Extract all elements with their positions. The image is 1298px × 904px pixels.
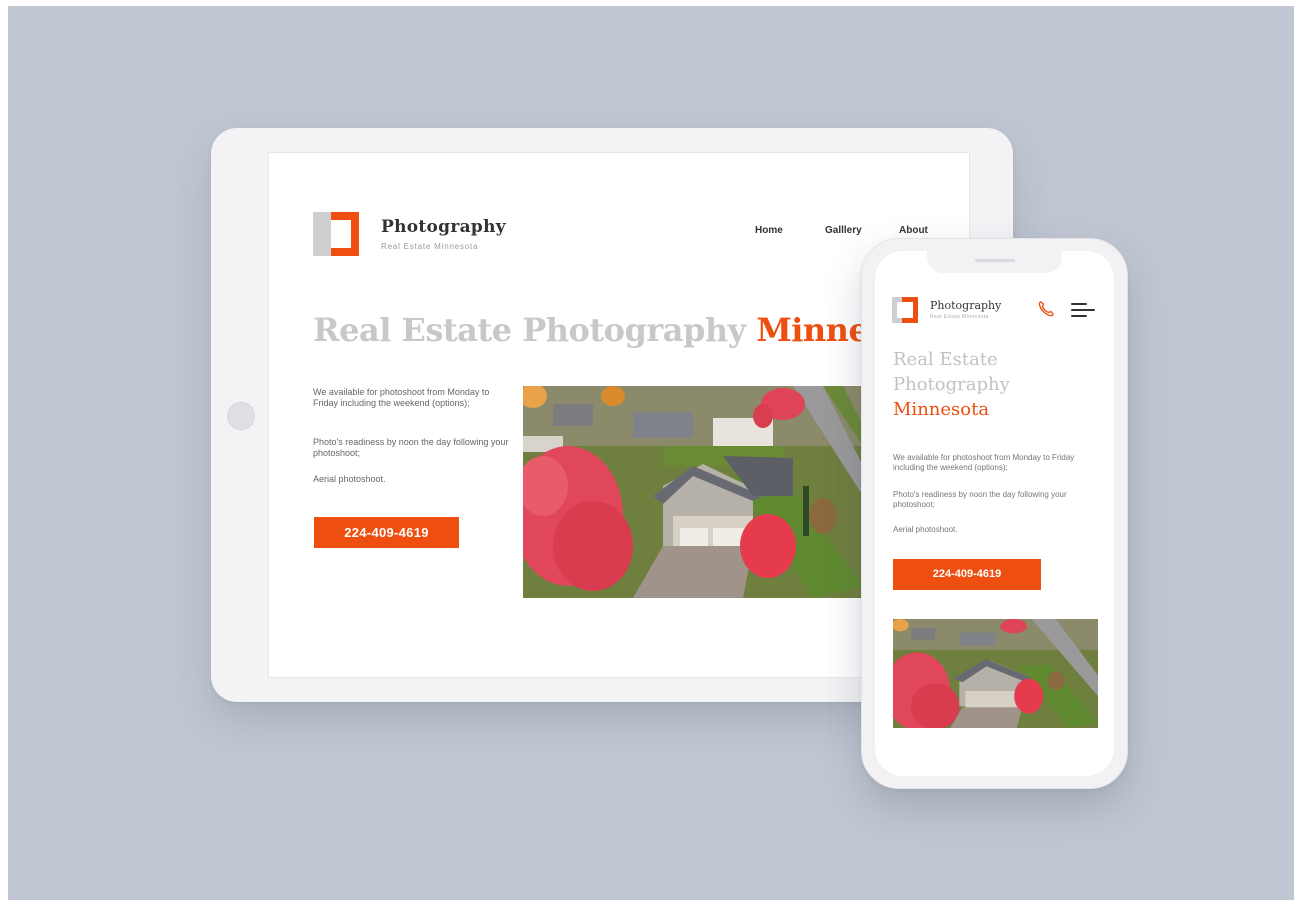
feature-text-mobile-3: Aerial photoshoot. xyxy=(893,525,958,534)
hero-heading-mobile: Real Estate Photography Minnesota xyxy=(893,347,1010,422)
feature-text-mobile-2: Photo's readiness by noon the day follow… xyxy=(893,490,1067,509)
phone-notch xyxy=(927,251,1062,273)
nav-home[interactable]: Home xyxy=(755,225,783,236)
phone-screen: Photography Real Estate Minnesota Real E… xyxy=(875,251,1114,776)
hamburger-menu-icon[interactable] xyxy=(1071,303,1095,317)
phone-icon[interactable] xyxy=(1036,299,1056,319)
feature-text-3: Aerial photoshoot. xyxy=(313,474,386,484)
nav-gallery[interactable]: Galllery xyxy=(825,225,862,236)
brand-name[interactable]: Photography xyxy=(381,217,506,237)
feature-text-1: We available for photoshoot from Monday … xyxy=(313,387,490,408)
call-phone-button-mobile[interactable]: 224-409-4619 xyxy=(893,559,1041,590)
aerial-houses-photo-mobile xyxy=(893,619,1098,728)
tablet-home-button xyxy=(227,402,255,430)
brand-name-mobile[interactable]: Photography xyxy=(930,299,1001,312)
hero-heading: Real Estate Photography Minnesota xyxy=(313,311,942,349)
hero-heading-grey: Real Estate Photography xyxy=(313,311,746,349)
brand-tagline: Real Estate Minnesota xyxy=(381,242,479,251)
call-phone-button[interactable]: 224-409-4619 xyxy=(314,517,459,548)
hero-line-1: Real Estate xyxy=(893,349,998,370)
aerial-houses-photo xyxy=(523,386,863,598)
phone-device: Photography Real Estate Minnesota Real E… xyxy=(861,238,1128,789)
nav-about[interactable]: About xyxy=(899,225,928,236)
phone-speaker xyxy=(975,259,1015,262)
hero-line-3: Minnesota xyxy=(893,399,990,420)
feature-text-mobile-1: We available for photoshoot from Monday … xyxy=(893,453,1075,472)
hero-line-2: Photography xyxy=(893,374,1010,395)
brand-tagline-mobile: Real Estate Minnesota xyxy=(930,314,989,320)
brand-logo-icon-mobile[interactable] xyxy=(892,297,918,323)
feature-text-2: Photo's readiness by noon the day follow… xyxy=(313,437,509,458)
brand-logo-icon[interactable] xyxy=(313,212,359,256)
